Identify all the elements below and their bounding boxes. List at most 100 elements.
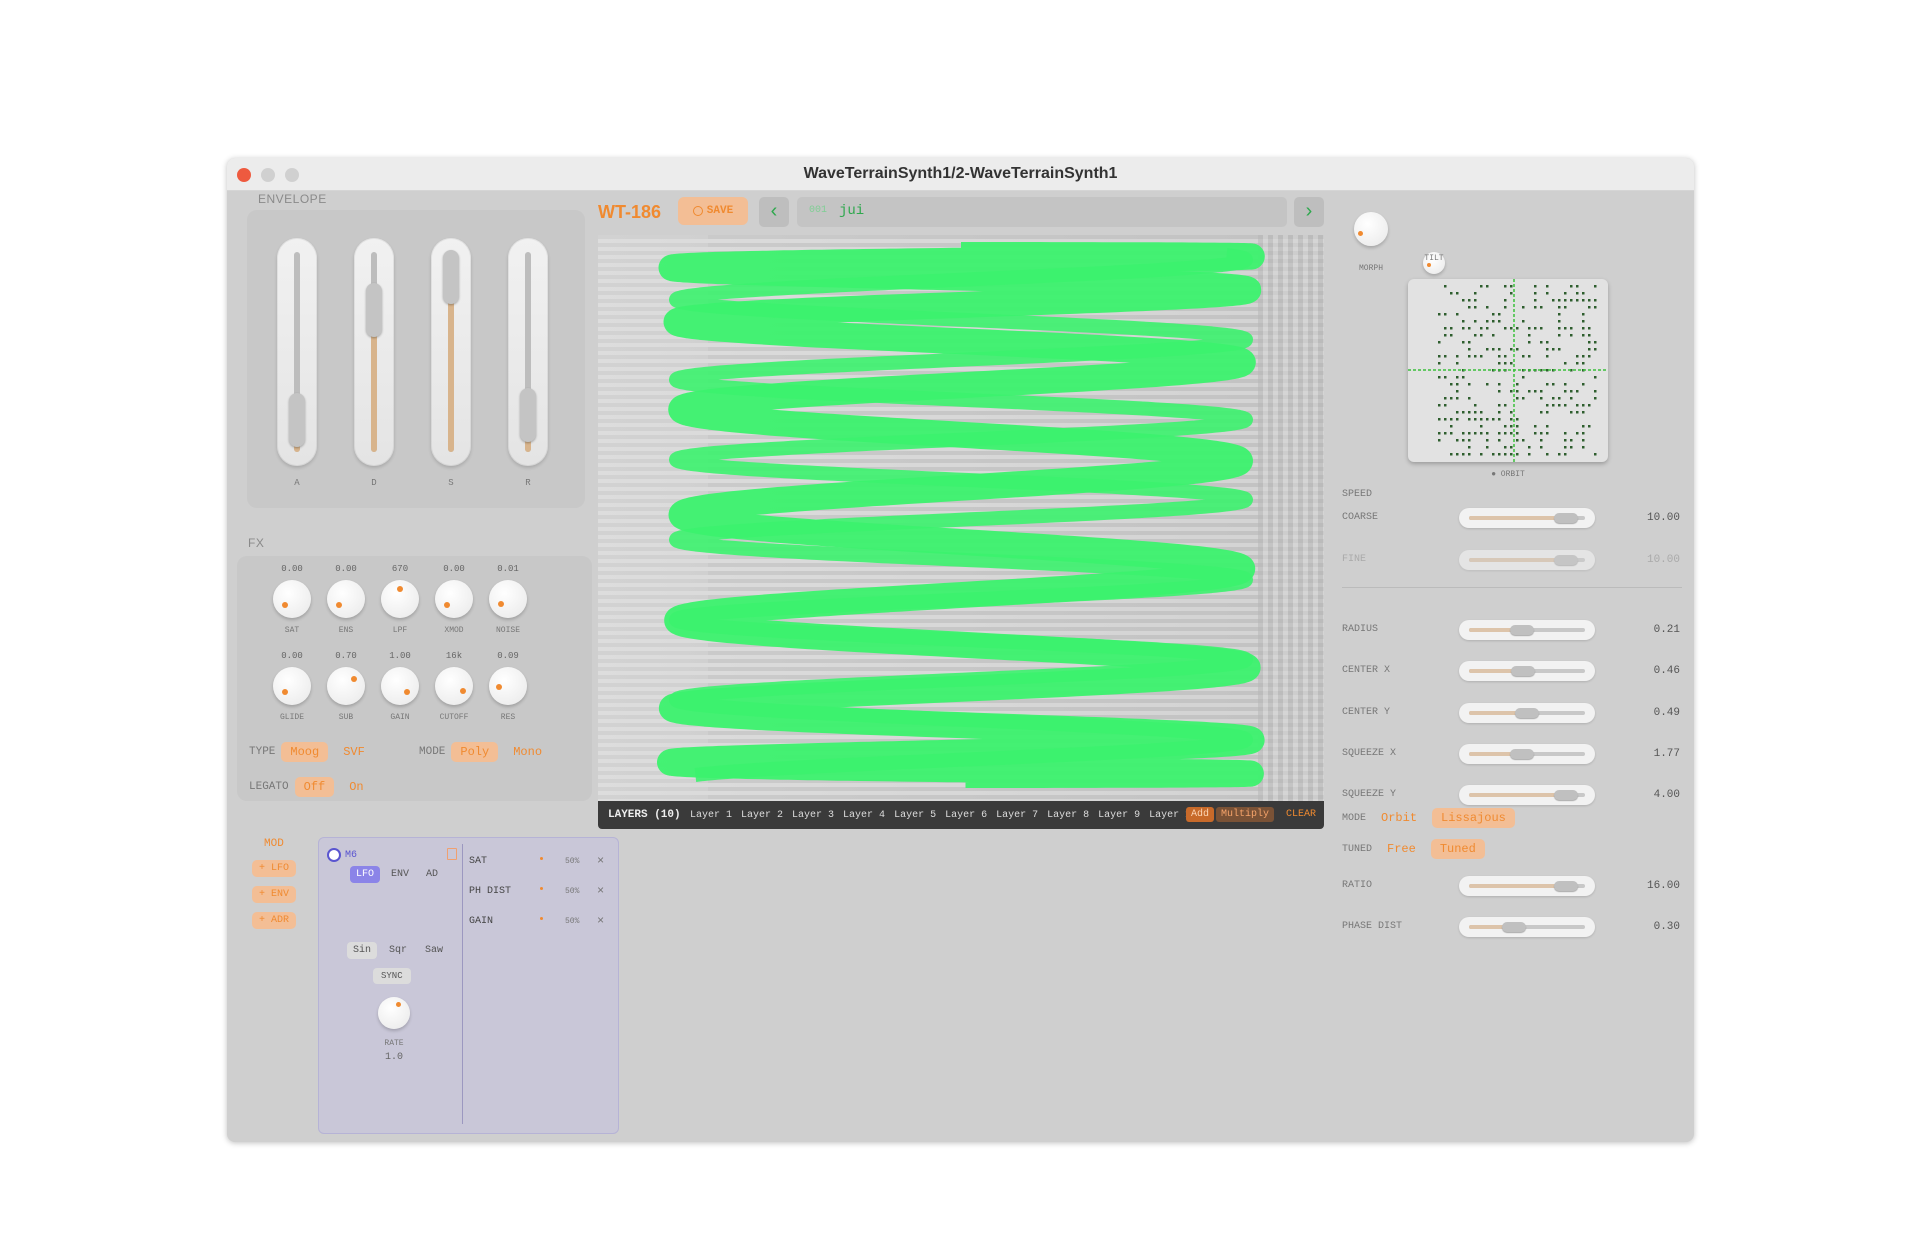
add-lfo-button[interactable]: + LFO [252,860,297,877]
type-moog-button[interactable]: Moog [281,742,329,762]
prev-preset-button[interactable]: ‹ [759,197,789,227]
param-label: RATIO [1342,880,1373,891]
orbit-dot [1504,446,1507,449]
terrain-display[interactable] [598,235,1324,801]
next-preset-button[interactable]: › [1294,197,1324,227]
mode-mono-button[interactable]: Mono [504,742,551,762]
layer-tab[interactable]: Layer 2 [741,810,783,821]
param-slider[interactable] [1459,785,1595,805]
mode-orbit-button[interactable]: Orbit [1372,808,1426,828]
env-slider-r[interactable]: R [508,238,548,488]
mod-type-env[interactable]: ENV [385,866,415,883]
fx-knob-gain[interactable]: 1.00 GAIN [373,651,427,722]
param-slider[interactable] [1459,508,1595,528]
orbit-dot [1462,341,1465,344]
layer-tab[interactable]: Layer 1 [690,810,732,821]
tuned-tuned-button[interactable]: Tuned [1430,839,1485,859]
param-slider[interactable] [1459,917,1595,937]
fx-knob-lpf[interactable]: 670 LPF [373,564,427,635]
knob-label: GLIDE [279,713,304,722]
layer-tab[interactable]: Layer 8 [1047,810,1089,821]
layers-bar: LAYERS (10) Layer 1 Layer 2 Layer 3 Laye… [598,801,1324,829]
orbit-dot [1516,390,1519,393]
param-slider[interactable] [1459,744,1595,764]
orbit-dot [1576,362,1579,365]
add-adr-button[interactable]: + ADR [252,912,297,929]
orbit-xy-pad[interactable] [1408,279,1608,462]
orbit-dot [1462,411,1465,414]
param-slider[interactable] [1459,703,1595,723]
sync-button[interactable]: SYNC [373,968,411,984]
fx-knob-res[interactable]: 0.09 RES [481,651,535,722]
orbit-dot [1522,397,1525,400]
save-button[interactable]: SAVE [678,197,748,225]
env-slider-d[interactable]: D [354,238,394,488]
remove-target-button[interactable]: × [597,914,604,928]
orbit-dot [1588,327,1591,330]
orbit-dot [1564,383,1567,386]
wave-sin-button[interactable]: Sin [347,942,378,959]
legato-off-button[interactable]: Off [294,777,335,797]
layer-tab[interactable]: Layer 6 [945,810,987,821]
fx-knob-xmod[interactable]: 0.00 XMOD [427,564,481,635]
knob-label: ENS [338,626,354,635]
mod-target-name: GAIN [469,916,494,927]
orbit-dot [1564,446,1567,449]
param-slider[interactable] [1459,661,1595,681]
fx-knob-sat[interactable]: 0.00 SAT [265,564,319,635]
wave-saw-button[interactable]: Saw [419,942,449,959]
orbit-dot [1540,446,1543,449]
blend-add-button[interactable]: Add [1186,807,1215,822]
mod-power-icon[interactable] [327,848,341,862]
type-svf-button[interactable]: SVF [334,742,374,762]
param-slider[interactable] [1459,550,1595,570]
fx-knob-sub[interactable]: 0.70 SUB [319,651,373,722]
mod-type-lfo[interactable]: LFO [350,866,381,883]
tuned-free-button[interactable]: Free [1378,839,1425,859]
orbit-dot [1480,285,1483,288]
layer-tab[interactable]: Layer 4 [843,810,885,821]
fx-knob-noise[interactable]: 0.01 NOISE [481,564,535,635]
orbit-dot [1468,327,1471,330]
preset-number: 001 [809,205,828,216]
blend-multiply-button[interactable]: Multiply [1216,807,1275,822]
layer-tab[interactable]: Layer 5 [894,810,936,821]
legato-on-button[interactable]: On [340,777,372,797]
fx-knob-glide[interactable]: 0.00 GLIDE [265,651,319,722]
rate-knob[interactable] [378,997,410,1029]
orbit-dot [1516,418,1519,421]
mode-poly-button[interactable]: Poly [451,742,499,762]
trash-icon[interactable] [447,848,457,860]
env-slider-a[interactable]: A [277,238,317,488]
param-slider[interactable] [1459,876,1595,896]
layer-tab[interactable]: Layer 9 [1098,810,1140,821]
mod-title: MOD [264,838,284,850]
orbit-dot [1558,348,1561,351]
morph-knob[interactable] [1354,212,1388,246]
orbit-dot [1546,341,1549,344]
fx-knob-cutoff[interactable]: 16k CUTOFF [427,651,481,722]
mode-lissajous-button[interactable]: Lissajous [1432,808,1515,828]
add-env-button[interactable]: + ENV [252,886,297,903]
fx-knob-ens[interactable]: 0.00 ENS [319,564,373,635]
wave-sqr-button[interactable]: Sqr [383,942,413,959]
layer-tab[interactable]: Layer 3 [792,810,834,821]
mod-slot-panel: M6 LFO ENV AD Sin Sqr Saw SYNC RATE 1.0 … [318,837,619,1134]
env-slider-s[interactable]: S [431,238,471,488]
mod-type-ad[interactable]: AD [420,866,444,883]
orbit-dot [1546,411,1549,414]
orbit-dot [1546,285,1549,288]
orbit-dot [1492,348,1495,351]
preset-name-field[interactable]: 001 jui [797,197,1287,227]
clear-layers-button[interactable]: CLEAR [1286,809,1316,820]
remove-target-button[interactable]: × [597,854,604,868]
orbit-dot [1498,362,1501,365]
orbit-dot [1588,425,1591,428]
remove-target-button[interactable]: × [597,884,604,898]
orbit-dot [1576,355,1579,358]
layer-tab[interactable]: Layer 7 [996,810,1038,821]
fx-panel: 0.00 SAT 0.00 ENS 670 LPF 0.00 XMOD 0.01… [237,556,592,801]
param-slider[interactable] [1459,620,1595,640]
orbit-dot [1498,404,1501,407]
orbit-dot [1456,397,1459,400]
